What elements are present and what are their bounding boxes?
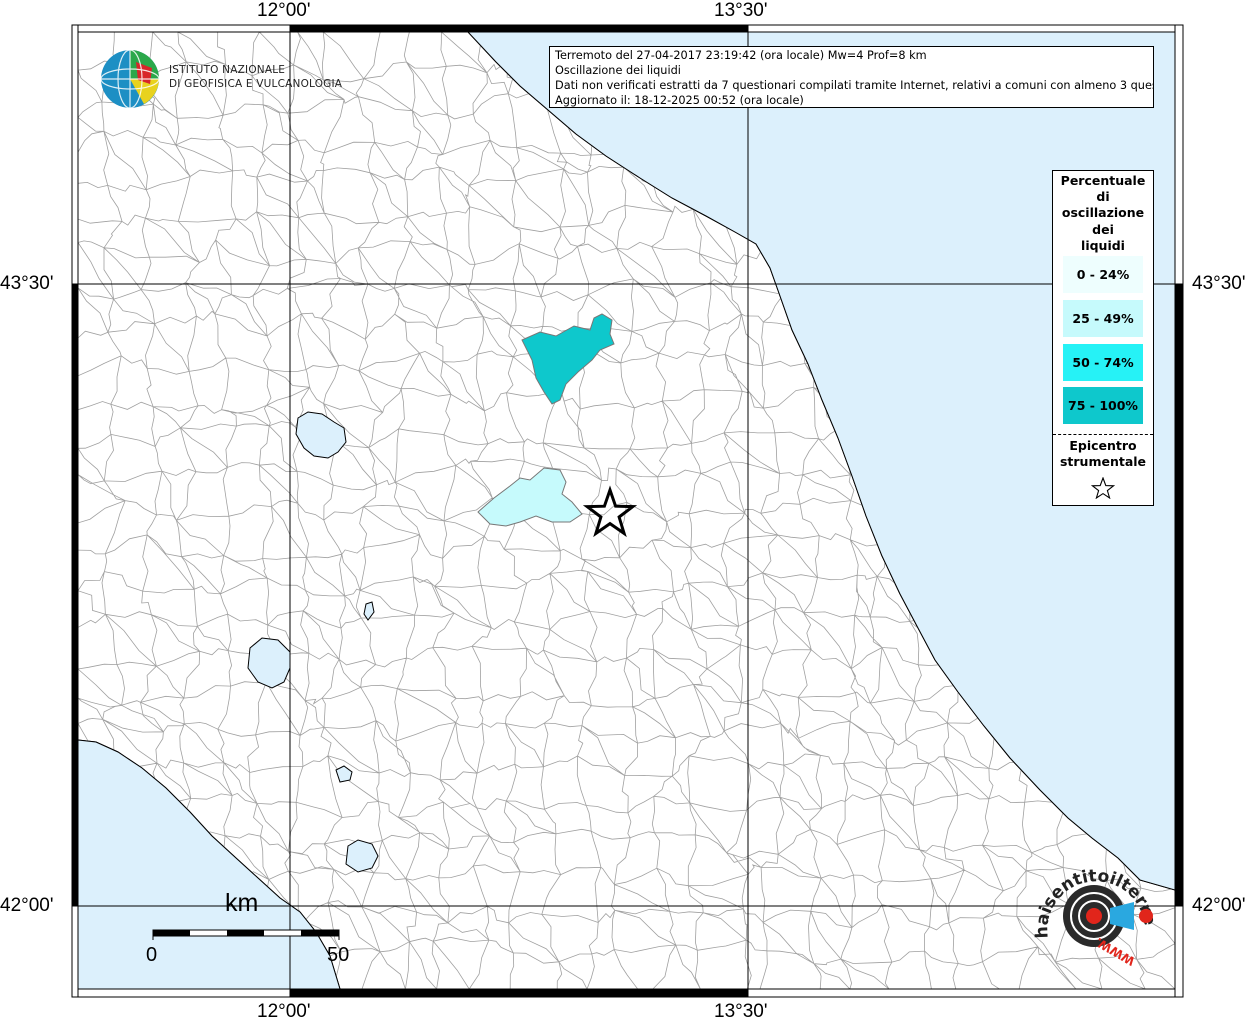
legend-epicenter-label: Epicentro strumentale	[1053, 438, 1153, 470]
legend-label: 25 - 49%	[1072, 311, 1134, 326]
legend-label: 0 - 24%	[1076, 267, 1130, 282]
legend-title-line: oscillazione	[1061, 205, 1145, 221]
legend-epicenter-line: strumentale	[1059, 454, 1147, 469]
legend-swatch-0-24: 0 - 24%	[1063, 256, 1143, 293]
ingv-logo-line1: ISTITUTO NAZIONALE	[169, 64, 286, 76]
info-updated-line: Aggiornato il: 18-12-2025 00:52 (ora loc…	[555, 94, 804, 107]
ingv-logo-line2: DI GEOFISICA E VULCANOLOGIA	[169, 78, 343, 90]
scale-min-label: 0	[146, 944, 158, 966]
legend-swatch-75-100: 75 - 100%	[1063, 387, 1143, 424]
legend-swatch-25-49: 25 - 49%	[1063, 300, 1143, 337]
info-data-source-line: Dati non verificati estratti da 7 questi…	[555, 79, 1154, 92]
ingv-globe-logo-icon	[100, 49, 160, 109]
legend-title: Percentuale di oscillazione dei liquidi	[1053, 171, 1153, 254]
legend-title-line: Percentuale	[1060, 173, 1146, 188]
legend-swatch-50-74: 50 - 74%	[1063, 344, 1143, 381]
watermark-url: WWW.	[1093, 935, 1137, 969]
ingv-logo-text: ISTITUTO NAZIONALE DI GEOFISICA E VULCAN…	[169, 63, 342, 91]
info-event-line: Terremoto del 27-04-2017 23:19:42 (ora l…	[555, 49, 927, 62]
earthquake-info-box: Terremoto del 27-04-2017 23:19:42 (ora l…	[549, 46, 1154, 108]
legend-star-icon	[1091, 477, 1115, 499]
legend: Percentuale di oscillazione dei liquidi …	[1052, 170, 1154, 506]
legend-title-line: di	[1096, 189, 1110, 205]
legend-epicenter-line: Epicentro	[1069, 438, 1137, 453]
scale-max-label: 50	[327, 944, 350, 966]
legend-title-line: liquidi	[1081, 237, 1125, 253]
legend-label: 75 - 100%	[1068, 398, 1138, 413]
scale-unit-label: km	[225, 889, 259, 917]
legend-title-line: dei	[1092, 221, 1114, 237]
legend-label: 50 - 74%	[1072, 355, 1134, 370]
legend-separator	[1053, 434, 1153, 435]
haisentitoilterremoto-logo-icon: haisentitoilterremoto.it WWW.	[1030, 862, 1160, 969]
info-parameter-line: Oscillazione dei liquidi	[555, 64, 681, 77]
